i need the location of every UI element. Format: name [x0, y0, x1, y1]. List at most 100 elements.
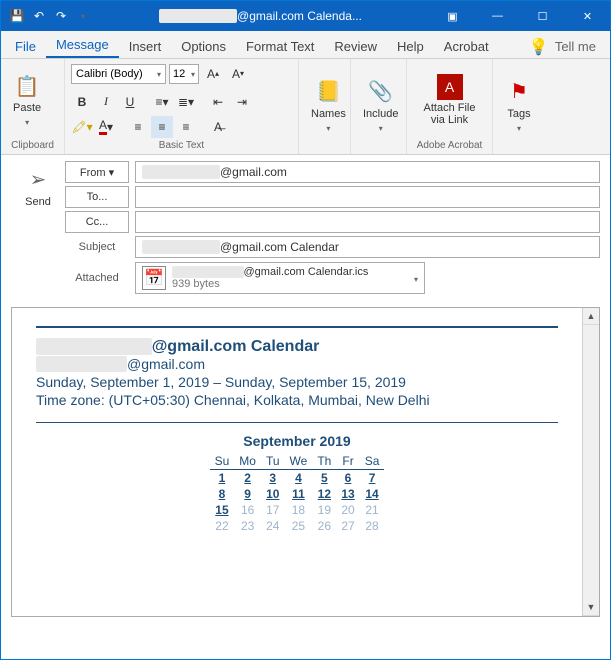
- clipboard-group-label: Clipboard: [7, 139, 58, 152]
- calendar-day[interactable]: 11: [285, 486, 313, 502]
- tab-file[interactable]: File: [5, 35, 46, 58]
- attach-icon: 📎: [367, 78, 395, 106]
- calendar-day[interactable]: 1: [210, 470, 235, 487]
- divider: [36, 422, 558, 423]
- calendar-day[interactable]: 8: [210, 486, 235, 502]
- paste-icon: 📋: [13, 72, 41, 100]
- calendar-range: Sunday, September 1, 2019 – Sunday, Sept…: [36, 374, 558, 390]
- grow-font-icon[interactable]: A▴: [202, 63, 224, 85]
- scroll-down-icon[interactable]: ▼: [583, 599, 599, 616]
- tab-format-text[interactable]: Format Text: [236, 35, 324, 58]
- close-button[interactable]: ✕: [565, 1, 610, 31]
- calendar-day[interactable]: 9: [234, 486, 261, 502]
- attachment-item[interactable]: 📅 xxxxxxxxxxxxx@gmail.com Calendar.ics 9…: [135, 262, 425, 294]
- align-center-button[interactable]: ≡: [151, 116, 173, 138]
- attach-file-link-button[interactable]: A Attach File via Link: [413, 72, 486, 128]
- calendar-day[interactable]: 15: [210, 502, 235, 518]
- from-value: xxxxxxxxxxxxx@gmail.com: [135, 161, 600, 183]
- subject-label: Subject: [65, 241, 129, 253]
- to-button[interactable]: To...: [65, 186, 129, 208]
- tab-help[interactable]: Help: [387, 35, 434, 58]
- dow-header: Th: [312, 453, 336, 470]
- outdent-button[interactable]: ⇤: [207, 91, 229, 113]
- calendar-day[interactable]: 4: [285, 470, 313, 487]
- highlight-button[interactable]: 🖍▾: [71, 116, 93, 138]
- lightbulb-icon: 💡: [529, 37, 549, 57]
- window-title: xxxxxxxxxxxxx@gmail.com Calenda...: [91, 9, 430, 23]
- font-color-button[interactable]: A▾: [95, 116, 117, 138]
- qat-dropdown-icon[interactable]: [75, 8, 91, 24]
- calendar-day[interactable]: 14: [360, 486, 385, 502]
- minimize-button[interactable]: —: [475, 1, 520, 31]
- subject-input[interactable]: xxxxxxxxxxxxx@gmail.com Calendar: [135, 236, 600, 258]
- from-button[interactable]: From ▾: [65, 161, 129, 183]
- calendar-day: 27: [336, 518, 359, 534]
- calendar-day: 19: [312, 502, 336, 518]
- clear-formatting-button[interactable]: A̶: [207, 116, 229, 138]
- scrollbar[interactable]: ▲ ▼: [582, 308, 599, 616]
- tags-button[interactable]: ⚑ Tags: [499, 76, 539, 136]
- tab-insert[interactable]: Insert: [119, 35, 172, 58]
- calendar-day[interactable]: 5: [312, 470, 336, 487]
- align-right-button[interactable]: ≡: [175, 116, 197, 138]
- align-left-button[interactable]: ≡: [127, 116, 149, 138]
- send-button[interactable]: Send: [25, 196, 51, 208]
- font-size-dropdown[interactable]: 12: [169, 64, 199, 84]
- calendar-day: 20: [336, 502, 359, 518]
- cc-input[interactable]: [135, 211, 600, 233]
- calendar-day[interactable]: 7: [360, 470, 385, 487]
- tab-review[interactable]: Review: [324, 35, 387, 58]
- maximize-button[interactable]: ☐: [520, 1, 565, 31]
- underline-button[interactable]: U: [119, 91, 141, 113]
- flag-icon: ⚑: [505, 78, 533, 106]
- message-body[interactable]: xxxxxxxxxxxxx@gmail.com Calendar xxxxxxx…: [11, 307, 600, 617]
- calendar-day: 26: [312, 518, 336, 534]
- bullets-button[interactable]: ≡▾: [151, 91, 173, 113]
- calendar-day[interactable]: 6: [336, 470, 359, 487]
- calendar-email: xxxxxxxxxxxxx@gmail.com: [36, 356, 558, 372]
- paste-button[interactable]: 📋 Paste: [7, 70, 47, 130]
- calendar-timezone: Time zone: (UTC+05:30) Chennai, Kolkata,…: [36, 392, 558, 408]
- calendar-day[interactable]: 10: [261, 486, 285, 502]
- title-bar: 💾 ↶ ↷ xxxxxxxxxxxxx@gmail.com Calenda...…: [1, 1, 610, 31]
- calendar-day[interactable]: 2: [234, 470, 261, 487]
- names-button[interactable]: 📒 Names: [305, 76, 352, 136]
- calendar-day[interactable]: 12: [312, 486, 336, 502]
- calendar-day: 28: [360, 518, 385, 534]
- redo-icon[interactable]: ↷: [53, 8, 69, 24]
- compose-header: ➢ Send From ▾ xxxxxxxxxxxxx@gmail.com To…: [1, 155, 610, 303]
- undo-icon[interactable]: ↶: [31, 8, 47, 24]
- font-name-dropdown[interactable]: Calibri (Body): [71, 64, 166, 84]
- italic-button[interactable]: I: [95, 91, 117, 113]
- dow-header: Sa: [360, 453, 385, 470]
- tab-message[interactable]: Message: [46, 33, 119, 58]
- calendar-day: 17: [261, 502, 285, 518]
- dow-header: Su: [210, 453, 235, 470]
- cc-button[interactable]: Cc...: [65, 211, 129, 233]
- calendar-day[interactable]: 13: [336, 486, 359, 502]
- acrobat-group-label: Adobe Acrobat: [413, 139, 486, 152]
- tab-acrobat[interactable]: Acrobat: [434, 35, 499, 58]
- tell-me[interactable]: Tell me: [553, 35, 598, 58]
- save-icon[interactable]: 💾: [9, 8, 25, 24]
- address-book-icon: 📒: [314, 78, 342, 106]
- ribbon-display-icon[interactable]: ▣: [430, 1, 475, 31]
- to-input[interactable]: [135, 186, 600, 208]
- calendar-day: 22: [210, 518, 235, 534]
- scroll-up-icon[interactable]: ▲: [583, 308, 599, 325]
- tab-options[interactable]: Options: [171, 35, 236, 58]
- indent-button[interactable]: ⇥: [231, 91, 253, 113]
- calendar-day: 18: [285, 502, 313, 518]
- numbering-button[interactable]: ≣▾: [175, 91, 197, 113]
- include-button[interactable]: 📎 Include: [357, 76, 404, 136]
- dow-header: Mo: [234, 453, 261, 470]
- dow-header: Tu: [261, 453, 285, 470]
- calendar-day: 23: [234, 518, 261, 534]
- shrink-font-icon[interactable]: A▾: [227, 63, 249, 85]
- calendar-day: 16: [234, 502, 261, 518]
- bold-button[interactable]: B: [71, 91, 93, 113]
- dow-header: We: [285, 453, 313, 470]
- send-icon[interactable]: ➢: [30, 167, 47, 192]
- attachment-dropdown-icon[interactable]: [414, 269, 418, 287]
- calendar-day[interactable]: 3: [261, 470, 285, 487]
